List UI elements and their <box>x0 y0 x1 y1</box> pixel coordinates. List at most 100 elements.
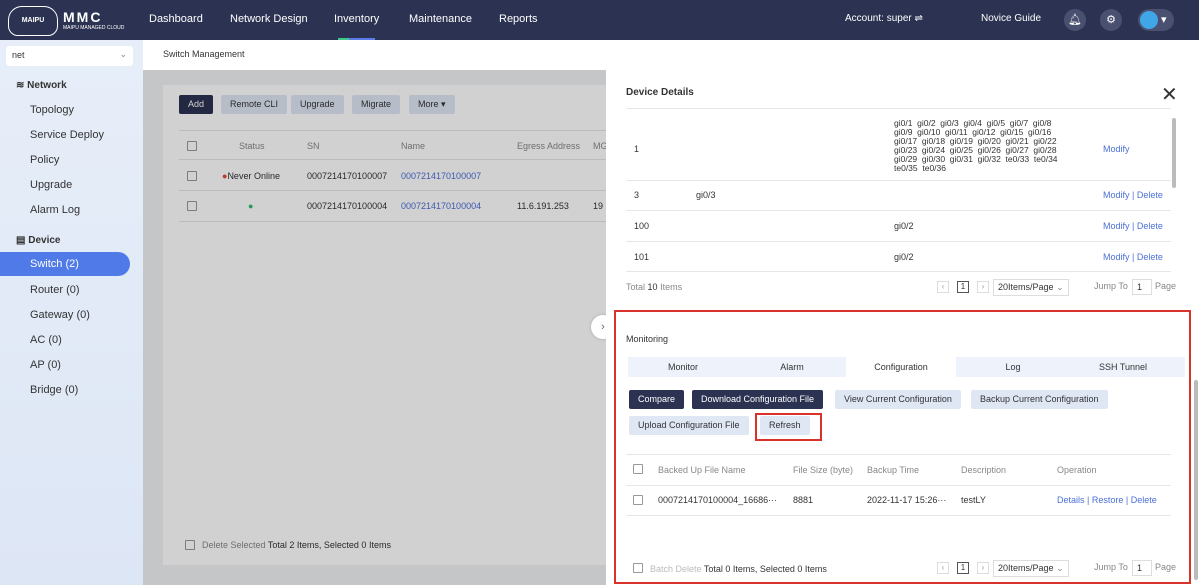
prev-page-button[interactable]: ‹ <box>937 562 949 574</box>
novice-guide-link[interactable]: Novice Guide <box>981 13 1041 24</box>
tab-log[interactable]: Log <box>958 357 1068 377</box>
backup-current-config-button[interactable]: Backup Current Configuration <box>971 390 1108 409</box>
brand-title: MMC <box>63 9 103 25</box>
col-description: Description <box>961 465 1007 475</box>
sidebar-item-service-deploy[interactable]: Service Deploy <box>0 123 130 147</box>
close-icon[interactable]: ✕ <box>1161 82 1178 107</box>
sidebar-item-router[interactable]: Router (0) <box>0 278 130 302</box>
vlan-ports: gi0/2 <box>894 221 914 231</box>
network-section: ≋ Network <box>16 80 67 91</box>
next-page-button[interactable]: › <box>977 281 989 293</box>
view-current-config-button[interactable]: View Current Configuration <box>835 390 961 409</box>
nav-inventory[interactable]: Inventory <box>334 13 379 41</box>
tab-monitor[interactable]: Monitor <box>628 357 738 377</box>
col-file-name: Backed Up File Name <box>658 465 746 475</box>
row-ops: Modify | Delete <box>1103 252 1163 262</box>
delete-link[interactable]: Delete <box>1131 495 1157 505</box>
gear-icon[interactable]: ⚙ <box>1100 9 1122 31</box>
wifi-icon: ≋ <box>16 80 28 91</box>
total-prefix: Total <box>626 282 646 292</box>
sidebar-item-bridge[interactable]: Bridge (0) <box>0 378 130 402</box>
vlan-id: 101 <box>634 252 650 262</box>
device-list-icon: ▤ <box>16 235 29 246</box>
sidebar-item-gateway[interactable]: Gateway (0) <box>0 303 130 327</box>
tab-alarm[interactable]: Alarm <box>737 357 847 377</box>
batch-delete-button[interactable]: Batch Delete <box>650 564 702 574</box>
select-all-checkbox[interactable] <box>633 464 643 474</box>
row-ops: Modify | Delete <box>1103 190 1163 200</box>
vlan-scrollbar[interactable] <box>1172 118 1176 188</box>
sidebar-item-switch[interactable]: Switch (2) <box>0 252 130 276</box>
page-label: Page <box>1155 281 1177 291</box>
delete-link[interactable]: Delete <box>1137 252 1163 262</box>
nav-network-design[interactable]: Network Design <box>230 13 308 25</box>
row-checkbox[interactable] <box>633 495 643 505</box>
network-section-label: Network <box>27 80 67 91</box>
prev-page-button[interactable]: ‹ <box>937 281 949 293</box>
file-name-cell: 0007214170100004_16686··· <box>658 495 778 505</box>
nav-maintenance[interactable]: Maintenance <box>409 13 472 25</box>
chevron-down-icon: ⌄ <box>1056 282 1064 292</box>
vlan-ports: gi0/2 <box>894 252 914 262</box>
sidebar-item-topology[interactable]: Topology <box>0 98 130 122</box>
account-switcher[interactable]: Account: super ⇌ <box>845 13 923 24</box>
site-select[interactable]: net ⌄ <box>6 46 133 66</box>
device-section-label: Device <box>28 235 61 246</box>
total-suffix: Items <box>660 282 683 292</box>
page-1-button[interactable]: 1 <box>957 562 969 574</box>
breadcrumb: Switch Management <box>143 40 1199 70</box>
modify-link[interactable]: Modify <box>1103 144 1130 154</box>
vlan-id: 100 <box>634 221 650 231</box>
page-1-button[interactable]: 1 <box>957 281 969 293</box>
sidebar: net ⌄ ≋ Network Topology Service Deploy P… <box>0 40 143 585</box>
nav-dashboard[interactable]: Dashboard <box>149 13 203 25</box>
tab-ssh-tunnel[interactable]: SSH Tunnel <box>1068 357 1178 377</box>
delete-link[interactable]: Delete <box>1137 221 1163 231</box>
details-link[interactable]: Details <box>1057 495 1085 505</box>
monitoring-highlight <box>614 310 1191 584</box>
modify-link[interactable]: Modify <box>1103 190 1130 200</box>
next-page-button[interactable]: › <box>977 562 989 574</box>
restore-link[interactable]: Restore <box>1092 495 1124 505</box>
col-operation: Operation <box>1057 465 1097 475</box>
sidebar-item-alarm-log[interactable]: Alarm Log <box>0 198 130 222</box>
batch-select-checkbox[interactable] <box>633 563 643 573</box>
user-avatar-menu[interactable]: ▾ <box>1138 9 1174 31</box>
vlan-id: 3 <box>634 190 640 200</box>
chevron-down-icon: ⌄ <box>1056 563 1064 573</box>
page-size-value: 20Items/Page <box>998 563 1054 573</box>
sidebar-item-ap[interactable]: AP (0) <box>0 353 130 377</box>
maipu-logo: MAIPU <box>8 6 58 36</box>
modify-link[interactable]: Modify <box>1103 221 1130 231</box>
row-ops: Details | Restore | Delete <box>1057 495 1157 505</box>
tab-configuration[interactable]: Configuration <box>846 357 956 377</box>
nav-reports[interactable]: Reports <box>499 13 538 25</box>
file-size-cell: 8881 <box>793 495 814 505</box>
compare-button[interactable]: Compare <box>629 390 685 409</box>
bell-icon[interactable]: 🔔︎ <box>1064 9 1086 31</box>
page-size-select[interactable]: 20Items/Page ⌄ <box>993 560 1069 577</box>
upload-config-button[interactable]: Upload Configuration File <box>629 416 749 435</box>
monitoring-heading: Monitoring <box>626 334 669 344</box>
page-size-select[interactable]: 20Items/Page ⌄ <box>993 279 1069 296</box>
monitoring-tabs: Monitor Alarm Configuration Log SSH Tunn… <box>628 357 1185 377</box>
jump-to-input[interactable]: 1 <box>1132 279 1152 295</box>
description-cell: testLY <box>961 495 986 505</box>
drawer-title: Device Details <box>626 87 694 98</box>
sidebar-item-upgrade[interactable]: Upgrade <box>0 173 130 197</box>
modify-link[interactable]: Modify <box>1103 252 1130 262</box>
modal-overlay[interactable] <box>143 70 606 585</box>
jump-to-label: Jump To <box>1094 281 1128 291</box>
row-ops: Modify | Delete <box>1103 221 1163 231</box>
total-count: 10 <box>647 282 658 292</box>
sidebar-item-ac[interactable]: AC (0) <box>0 328 130 352</box>
delete-link[interactable]: Delete <box>1137 190 1163 200</box>
jump-to-input[interactable]: 1 <box>1132 560 1152 576</box>
sidebar-item-policy[interactable]: Policy <box>0 148 130 172</box>
brand-subtitle: MAIPU MANAGED CLOUD <box>63 25 125 31</box>
refresh-button[interactable]: Refresh <box>760 416 810 435</box>
vlan-ports: gi0/1 gi0/2 gi0/3 gi0/4 gi0/5 gi0/7 gi0/… <box>894 118 1058 173</box>
drawer-scrollbar[interactable] <box>1194 380 1198 580</box>
download-config-button[interactable]: Download Configuration File <box>692 390 824 409</box>
col-file-size: File Size (byte) <box>793 465 854 475</box>
